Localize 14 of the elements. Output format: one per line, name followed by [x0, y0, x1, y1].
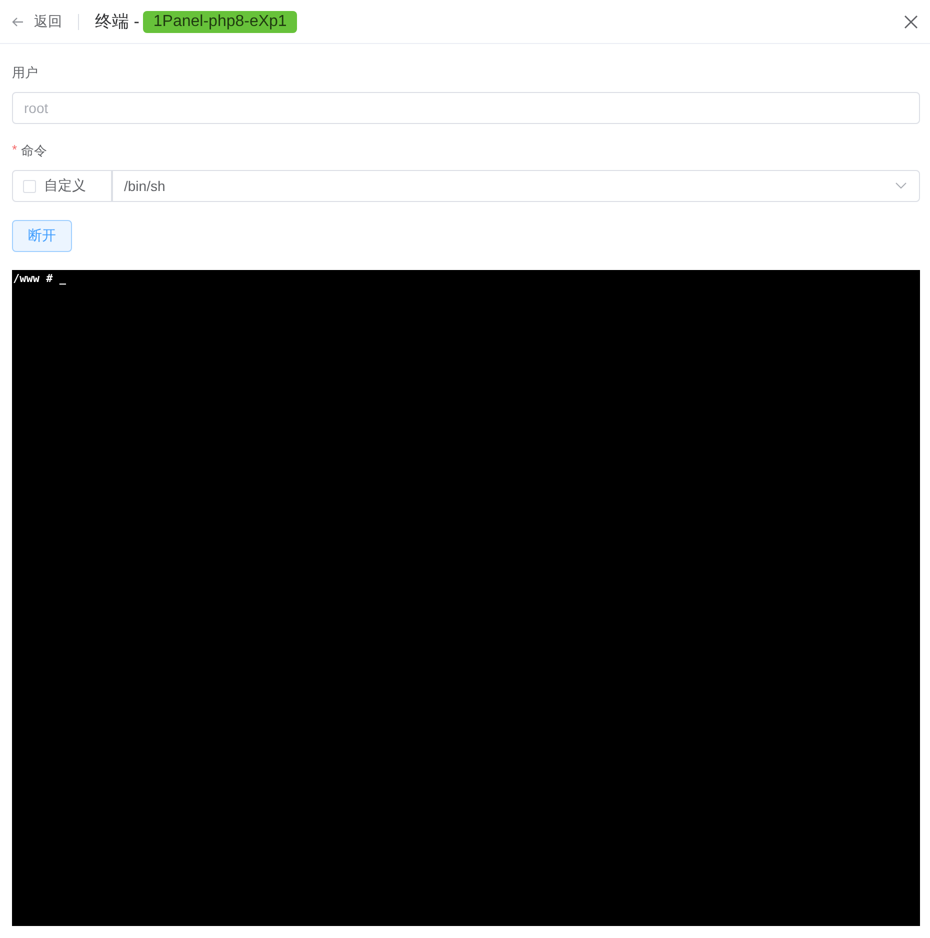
- field-label: 命令: [21, 142, 48, 160]
- close-button[interactable]: [904, 14, 918, 28]
- custom-checkbox[interactable]: 自定义: [12, 170, 112, 202]
- terminal-line: /www # _: [13, 272, 67, 285]
- field-label: 用户: [12, 64, 38, 82]
- chevron-down-icon: [895, 182, 907, 190]
- back-button[interactable]: 返回: [12, 12, 62, 30]
- left-arrow-icon: [12, 16, 24, 28]
- terminal-panel[interactable]: /www # _: [12, 270, 920, 926]
- user-input-field[interactable]: root: [12, 92, 920, 124]
- container-tag: 1Panel-php8-eXp1: [143, 10, 297, 32]
- required-mark: *: [12, 142, 18, 159]
- drawer-title: 终端 -: [95, 11, 140, 33]
- command-select[interactable]: /bin/sh: [112, 170, 920, 202]
